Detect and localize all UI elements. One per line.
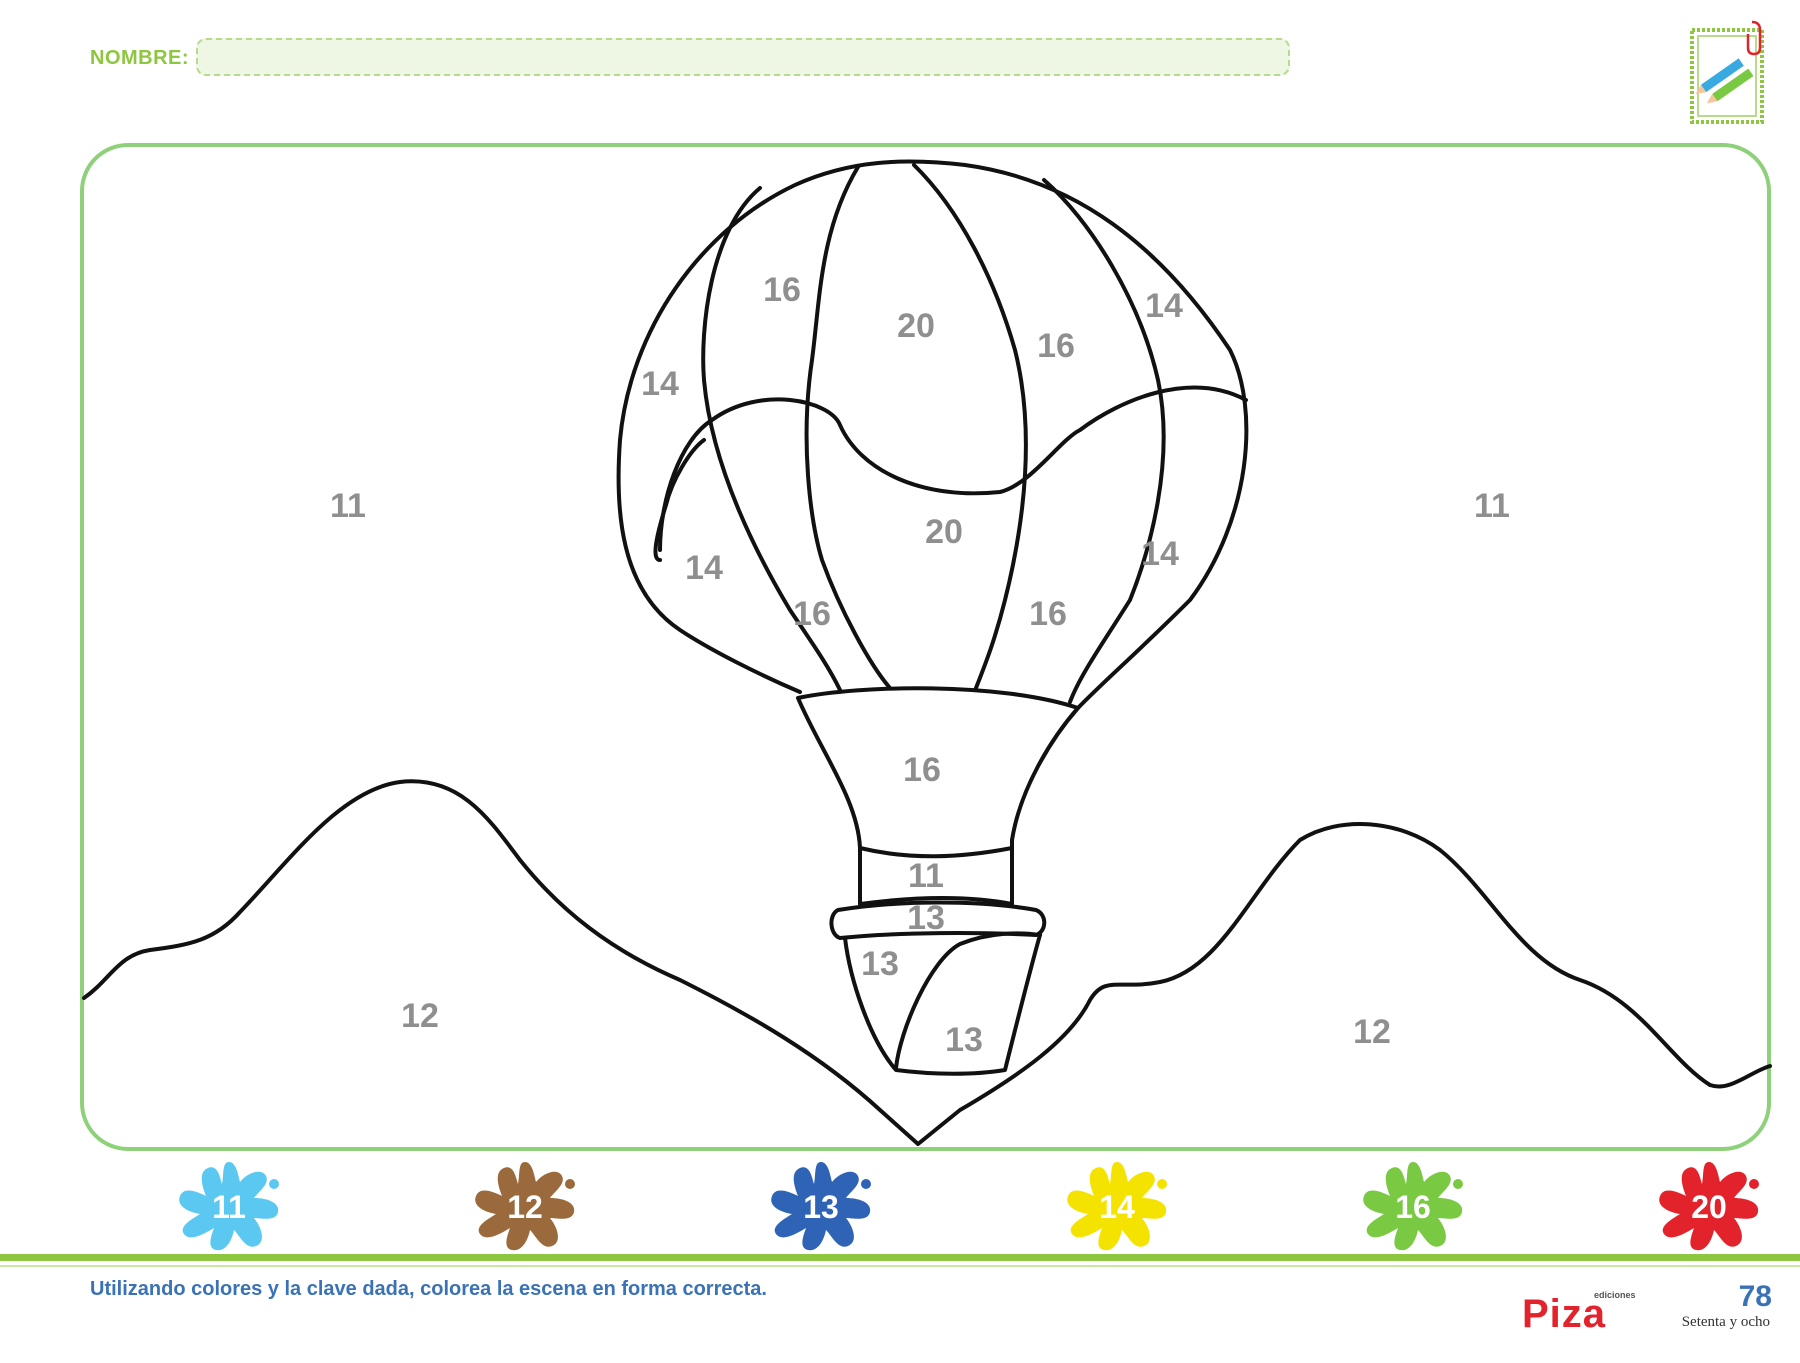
- region-number: 16: [1029, 595, 1067, 633]
- color-key-splat: 13: [766, 1154, 876, 1254]
- region-number: 11: [1474, 487, 1510, 525]
- region-number: 12: [1353, 1013, 1391, 1051]
- page-number: 78: [1738, 1280, 1772, 1313]
- region-number: 20: [925, 513, 963, 551]
- footer-divider: [0, 1254, 1800, 1261]
- region-number: 14: [1145, 287, 1183, 325]
- region-number: 11: [330, 487, 366, 525]
- region-number: 16: [903, 751, 941, 789]
- footer-divider-thin: [0, 1265, 1800, 1267]
- color-key-number: 20: [1691, 1188, 1727, 1225]
- color-key-number: 12: [507, 1188, 543, 1225]
- region-number: 16: [793, 595, 831, 633]
- logo-small-text: ediciones: [1594, 1290, 1636, 1300]
- color-key-splat: 14: [1062, 1154, 1172, 1254]
- color-key-splat: 16: [1358, 1154, 1468, 1254]
- color-key-splat: 11: [174, 1154, 284, 1254]
- gore-line: [912, 163, 1028, 690]
- page-number-words: Setenta y ocho: [1681, 1314, 1770, 1330]
- color-key-number: 14: [1099, 1188, 1135, 1225]
- region-number: 14: [1141, 535, 1179, 573]
- mountains-outline: [82, 779, 1772, 1146]
- color-key-number: 13: [803, 1188, 839, 1225]
- color-key-number: 16: [1395, 1188, 1431, 1225]
- instruction-text: Utilizando colores y la clave dada, colo…: [90, 1278, 767, 1300]
- publisher-logo: ediciones Piza: [1522, 1290, 1636, 1336]
- color-key-splat: 12: [470, 1154, 580, 1254]
- logo-text: Piza: [1522, 1292, 1607, 1336]
- region-number: 20: [897, 307, 935, 345]
- region-number: 11: [908, 857, 944, 895]
- region-number: 14: [685, 549, 723, 587]
- region-number: 13: [861, 945, 899, 983]
- color-key-splat: 20: [1654, 1154, 1764, 1254]
- region-number: 12: [401, 997, 439, 1035]
- region-number: 16: [763, 271, 801, 309]
- region-number: 13: [907, 899, 945, 937]
- region-number: 14: [641, 365, 679, 403]
- color-key-number: 11: [212, 1188, 246, 1225]
- region-number: 13: [945, 1021, 983, 1059]
- region-number: 16: [1037, 327, 1075, 365]
